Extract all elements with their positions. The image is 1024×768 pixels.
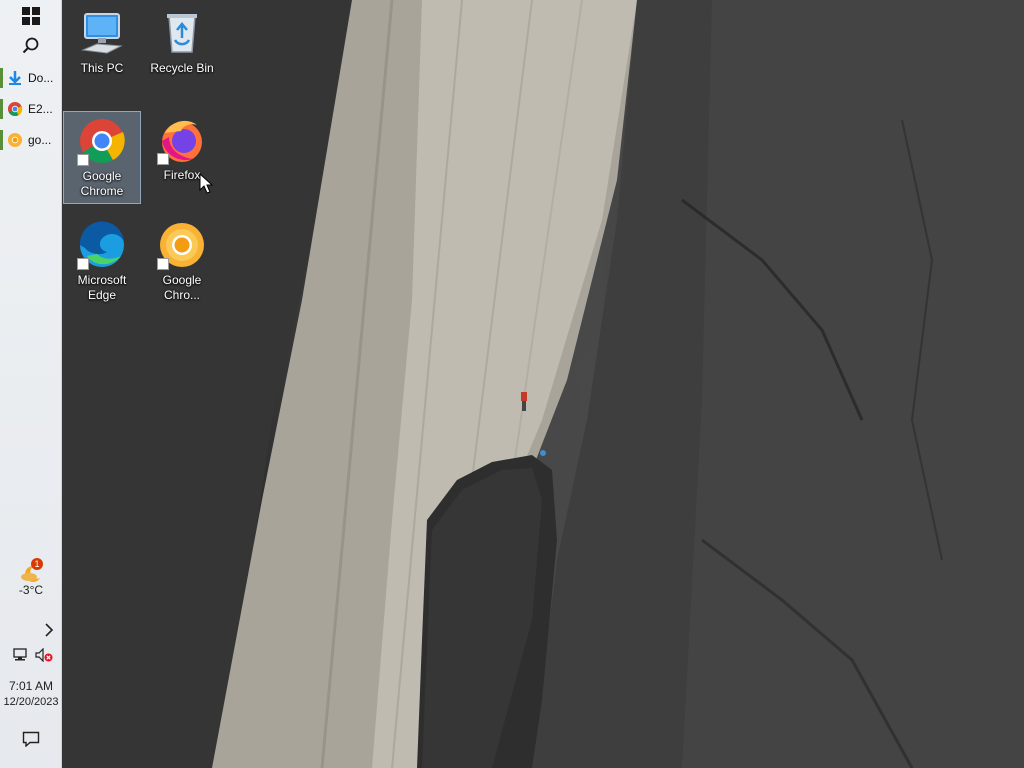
chrome-icon (7, 101, 23, 117)
action-center-button[interactable] (0, 728, 62, 750)
mouse-cursor-icon (199, 173, 213, 194)
weather-badge: 1 (31, 558, 43, 570)
recycle-bin-icon (157, 8, 207, 58)
weather-temperature: -3°C (18, 583, 44, 597)
chrome-canary-icon (7, 132, 23, 148)
clock-date: 12/20/2023 (3, 696, 59, 708)
this-pc-icon (77, 8, 127, 58)
chrome-icon (77, 116, 127, 166)
network-button[interactable] (11, 645, 29, 665)
this-pc-label: This PC (80, 61, 124, 75)
volume-button[interactable] (34, 645, 54, 665)
taskbar-app-chrome[interactable]: E2... (0, 95, 62, 123)
windows-logo-icon (22, 7, 40, 25)
chevron-right-icon (45, 623, 54, 637)
desktop-icon-this-pc[interactable]: This PC (63, 4, 141, 80)
shortcut-arrow-icon (77, 258, 89, 270)
recycle-bin-label: Recycle Bin (150, 61, 214, 75)
running-indicator (0, 130, 3, 150)
taskbar: Do... E2... go... 1 -3°C 7:01 AM 12/20/2… (0, 0, 62, 768)
weather-widget[interactable]: 1 -3°C (0, 558, 62, 602)
firefox-icon (157, 115, 207, 165)
desktop[interactable]: This PC Recycle Bin Google Chrome Firefo… (62, 0, 1024, 768)
shortcut-arrow-icon (157, 258, 169, 270)
desktop-icon-microsoft-edge[interactable]: Microsoft Edge (63, 216, 141, 307)
search-button[interactable] (0, 34, 62, 58)
running-indicator (0, 68, 3, 88)
action-center-icon (22, 731, 40, 747)
google-chrome-canary-label: Google Chro... (162, 273, 202, 302)
search-icon (22, 37, 39, 54)
desktop-icon-google-chrome[interactable]: Google Chrome (63, 111, 141, 204)
taskbar-app-label: go... (28, 133, 52, 147)
download-arrow-icon (9, 71, 21, 85)
desktop-icon-recycle-bin[interactable]: Recycle Bin (143, 4, 221, 80)
show-hidden-icons-button[interactable] (8, 620, 54, 640)
clock-time: 7:01 AM (8, 679, 54, 693)
chrome-canary-icon (157, 220, 207, 270)
taskbar-app-chrome-canary[interactable]: go... (0, 126, 62, 154)
desktop-icon-google-chrome-canary[interactable]: Google Chro... (143, 216, 221, 307)
volume-muted-icon (35, 648, 53, 662)
running-indicator (0, 99, 3, 119)
microsoft-edge-label: Microsoft Edge (77, 273, 127, 302)
google-chrome-label: Google Chrome (80, 169, 124, 198)
shortcut-arrow-icon (77, 154, 89, 166)
taskbar-app-label: E2... (28, 102, 53, 116)
shortcut-arrow-icon (157, 153, 169, 165)
taskbar-app-downloads[interactable]: Do... (0, 64, 62, 92)
edge-icon (77, 220, 127, 270)
start-button[interactable] (0, 4, 62, 28)
clock[interactable]: 7:01 AM 12/20/2023 (0, 678, 62, 710)
taskbar-app-label: Do... (28, 71, 54, 85)
network-icon (13, 648, 27, 661)
